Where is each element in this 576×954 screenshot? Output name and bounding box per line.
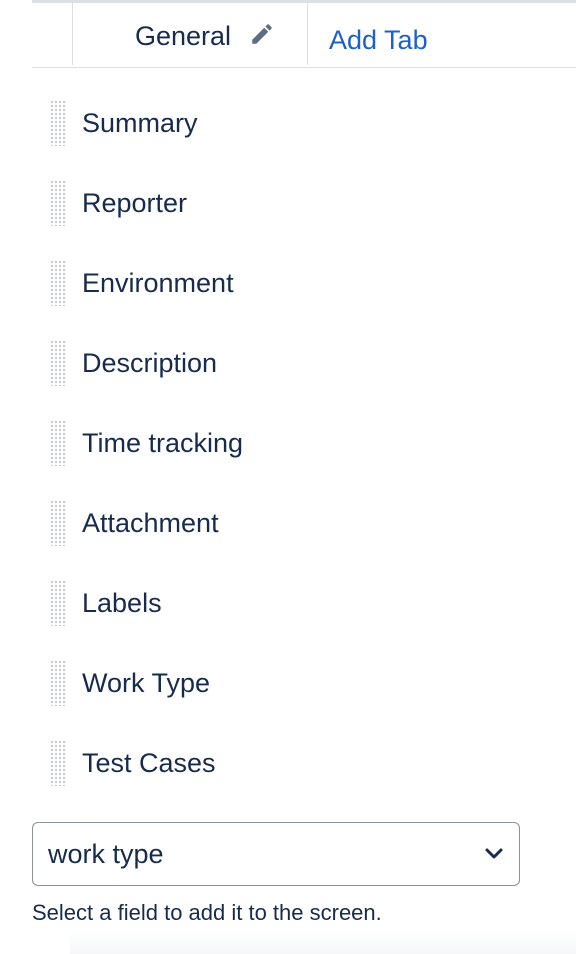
add-field-select-value: work type [48,839,164,869]
field-item-environment[interactable]: Environment [48,252,548,332]
field-label: Work Type [82,668,211,698]
field-label: Environment [82,268,234,298]
field-label: Time tracking [82,428,244,458]
drag-handle-icon[interactable] [50,260,66,306]
field-item-summary[interactable]: Summary [48,92,548,172]
add-field-select[interactable]: work type [32,822,520,886]
field-label: Test Cases [82,748,216,778]
drag-handle-icon[interactable] [50,180,66,226]
drag-handle-icon[interactable] [50,340,66,386]
add-tab-link[interactable]: Add Tab [329,23,428,84]
field-label: Attachment [82,508,219,538]
field-item-work-type[interactable]: Work Type [48,652,548,732]
drag-handle-icon[interactable] [50,740,66,786]
drag-handle-icon[interactable] [50,100,66,146]
drag-handle-icon[interactable] [50,500,66,546]
field-label: Labels [82,588,162,618]
drag-handle-icon[interactable] [50,420,66,466]
add-field-helper-text: Select a field to add it to the screen. [32,900,382,925]
drag-handle-icon[interactable] [50,660,66,706]
field-item-test-cases[interactable]: Test Cases [48,732,548,812]
field-item-reporter[interactable]: Reporter [48,172,548,252]
drag-handle-icon[interactable] [50,580,66,626]
field-label: Description [82,348,218,378]
field-item-description[interactable]: Description [48,332,548,412]
field-label: Summary [82,108,198,138]
bottom-shade [70,930,576,954]
field-label: Reporter [82,188,188,218]
chevron-down-icon [485,848,503,859]
screen-tab-bar: General Add Tab [32,3,576,68]
field-item-labels[interactable]: Labels [48,572,548,652]
screen-field-list: Summary Reporter Environment Description… [48,92,548,812]
field-item-time-tracking[interactable]: Time tracking [48,412,548,492]
tab-general[interactable]: General [72,3,308,65]
field-item-attachment[interactable]: Attachment [48,492,548,572]
pencil-icon[interactable] [249,21,275,47]
tab-general-label: General [135,21,232,51]
